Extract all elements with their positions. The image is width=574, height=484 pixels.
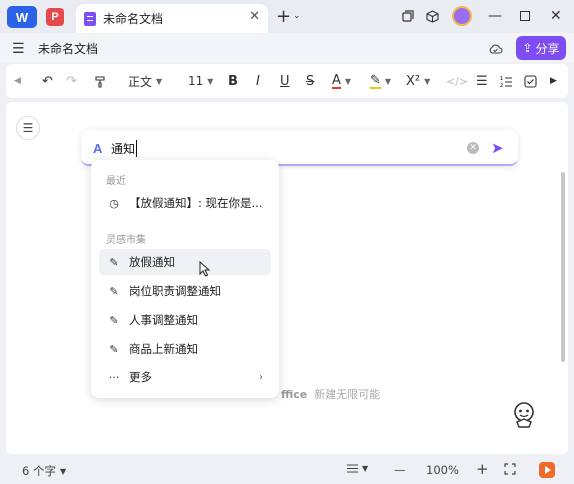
font-size-dropdown[interactable]: 11 ▼ [188,72,213,90]
suggestion-dropdown: 最近 ◷ 【放假通知】: 现在你是... 灵感市集 ✎ 放假通知 ✎ 岗位职责调… [91,160,279,398]
menu-bar: ☰ 未命名文档 ⇪ 分享 [0,33,574,63]
clear-icon[interactable]: ✕ [467,142,479,154]
more-dots-icon: ··· [108,370,120,384]
ai-logo-icon: A [93,141,103,156]
close-icon[interactable]: ✕ [249,9,260,24]
zoom-in-icon[interactable]: + [476,460,489,478]
ai-input-text[interactable]: 通知 [111,140,138,157]
superscript-label: X² [406,73,421,89]
chevron-down-icon: ▼ [362,464,369,473]
paragraph-style-dropdown[interactable]: 正文 ▼ [128,72,162,90]
window-close-icon[interactable]: ✕ [550,6,562,26]
bold-button[interactable]: B [228,72,238,90]
italic-button[interactable]: I [256,72,260,90]
empty-hint: ffice 新建无限可能 [281,386,380,402]
list-item-label: 人事调整通知 [129,313,198,327]
send-icon[interactable]: ➤ [491,139,504,157]
share-icon: ⇪ [522,41,533,55]
word-count[interactable]: 6 个字 ▼ [22,463,66,479]
clock-icon: ◷ [109,196,119,210]
mouse-cursor-icon [199,260,211,277]
box-icon[interactable] [426,6,439,26]
undo-icon[interactable]: ↶ [42,72,53,90]
checklist-icon[interactable] [524,72,537,90]
minimize-icon[interactable]: — [488,6,502,26]
list-item[interactable]: ✎ 岗位职责调整通知 [99,278,271,304]
format-toolbar: ◀ ↶ ↷ 正文 ▼ 11 ▼ B I U S A ▼ ✎ ▼ X² ▼ </> ☰ 12… [6,64,568,98]
tab-document[interactable]: 未命名文档 ✕ [76,4,268,33]
hint-text: 新建无限可能 [314,388,381,401]
chevron-down-icon: ▼ [207,76,214,86]
format-painter-icon[interactable] [94,72,107,90]
scroll-right-icon[interactable]: ▶ [550,72,557,90]
zoom-out-icon[interactable]: — [394,463,406,477]
magic-pen-icon: ✎ [109,342,119,356]
magic-pen-icon: ✎ [109,255,119,269]
svg-text:1: 1 [500,76,503,82]
chevron-down-icon: ▼ [156,76,163,86]
scroll-left-icon[interactable]: ◀ [14,72,21,90]
magic-pen-icon: ✎ [109,313,119,327]
list-item-label: 岗位职责调整通知 [129,284,221,298]
video-record-icon[interactable] [539,462,555,478]
bullet-list-icon[interactable]: ☰ [476,72,488,90]
wps-logo[interactable]: W [7,6,37,28]
restore-icon[interactable] [402,6,414,26]
pdf-app-icon[interactable]: P [46,8,64,26]
word-count-label: 6 个字 [22,464,56,478]
paragraph-style-label: 正文 [128,74,153,89]
chevron-down-icon: ▼ [424,76,431,86]
chevron-down-icon: ▼ [344,76,352,86]
underline-button[interactable]: U [280,72,290,90]
menu-icon[interactable]: ☰ [12,39,25,59]
font-size-label: 11 [188,74,204,88]
tab-title: 未命名文档 [103,12,164,26]
status-bar: 6 个字 ▼ ▼ — 100% + [0,456,574,484]
list-item[interactable]: ✎ 商品上新通知 [99,336,271,362]
list-item-label: 放假通知 [129,255,175,269]
hint-brand: ffice [281,388,308,401]
scrollbar[interactable] [561,172,565,362]
list-item[interactable]: ✎ 放假通知 [99,249,271,275]
chevron-down-icon: ▼ [59,466,67,476]
highlighter-icon: ✎ [370,72,381,89]
share-label: 分享 [535,41,560,56]
numbered-list-icon[interactable]: 12 [500,72,513,90]
assistant-mascot-icon[interactable] [508,398,540,430]
chevron-down-icon[interactable]: ⌄ [293,6,301,26]
more-item[interactable]: ··· 更多 › [99,364,271,390]
title-bar: W P 未命名文档 ✕ + ⌄ — ✕ [0,0,574,33]
outline-icon[interactable]: ☰ [16,116,40,140]
recent-section-label: 最近 [106,176,126,187]
font-color-label: A [332,72,341,89]
strikethrough-button[interactable]: S [306,72,314,90]
highlight-button[interactable]: ✎ ▼ [370,72,391,90]
fullscreen-icon[interactable] [504,463,516,475]
cloud-sync-icon[interactable] [488,39,503,59]
magic-pen-icon: ✎ [109,284,119,298]
chevron-right-icon: › [259,371,263,383]
more-label: 更多 [129,370,152,384]
document-name[interactable]: 未命名文档 [38,40,98,57]
svg-text:2: 2 [500,83,503,88]
code-icon[interactable]: </> [446,72,468,90]
redo-icon[interactable]: ↷ [66,72,77,90]
market-section-label: 灵感市集 [106,235,146,246]
list-item-label: 商品上新通知 [129,342,198,356]
maximize-icon[interactable] [520,6,530,26]
new-tab-plus-icon[interactable]: + [276,6,291,27]
avatar[interactable] [452,6,472,26]
page-width-button[interactable]: ▼ [346,463,368,474]
superscript-button[interactable]: X² ▼ [406,72,430,90]
chevron-down-icon: ▼ [384,76,392,86]
share-button[interactable]: ⇪ 分享 [516,36,566,60]
document-icon [84,11,96,26]
list-item[interactable]: ✎ 人事调整通知 [99,307,271,333]
zoom-level[interactable]: 100% [426,463,459,477]
recent-item[interactable]: ◷ 【放假通知】: 现在你是... [99,190,271,216]
recent-item-label: 【放假通知】: 现在你是... [129,196,263,210]
font-color-button[interactable]: A ▼ [332,72,351,90]
